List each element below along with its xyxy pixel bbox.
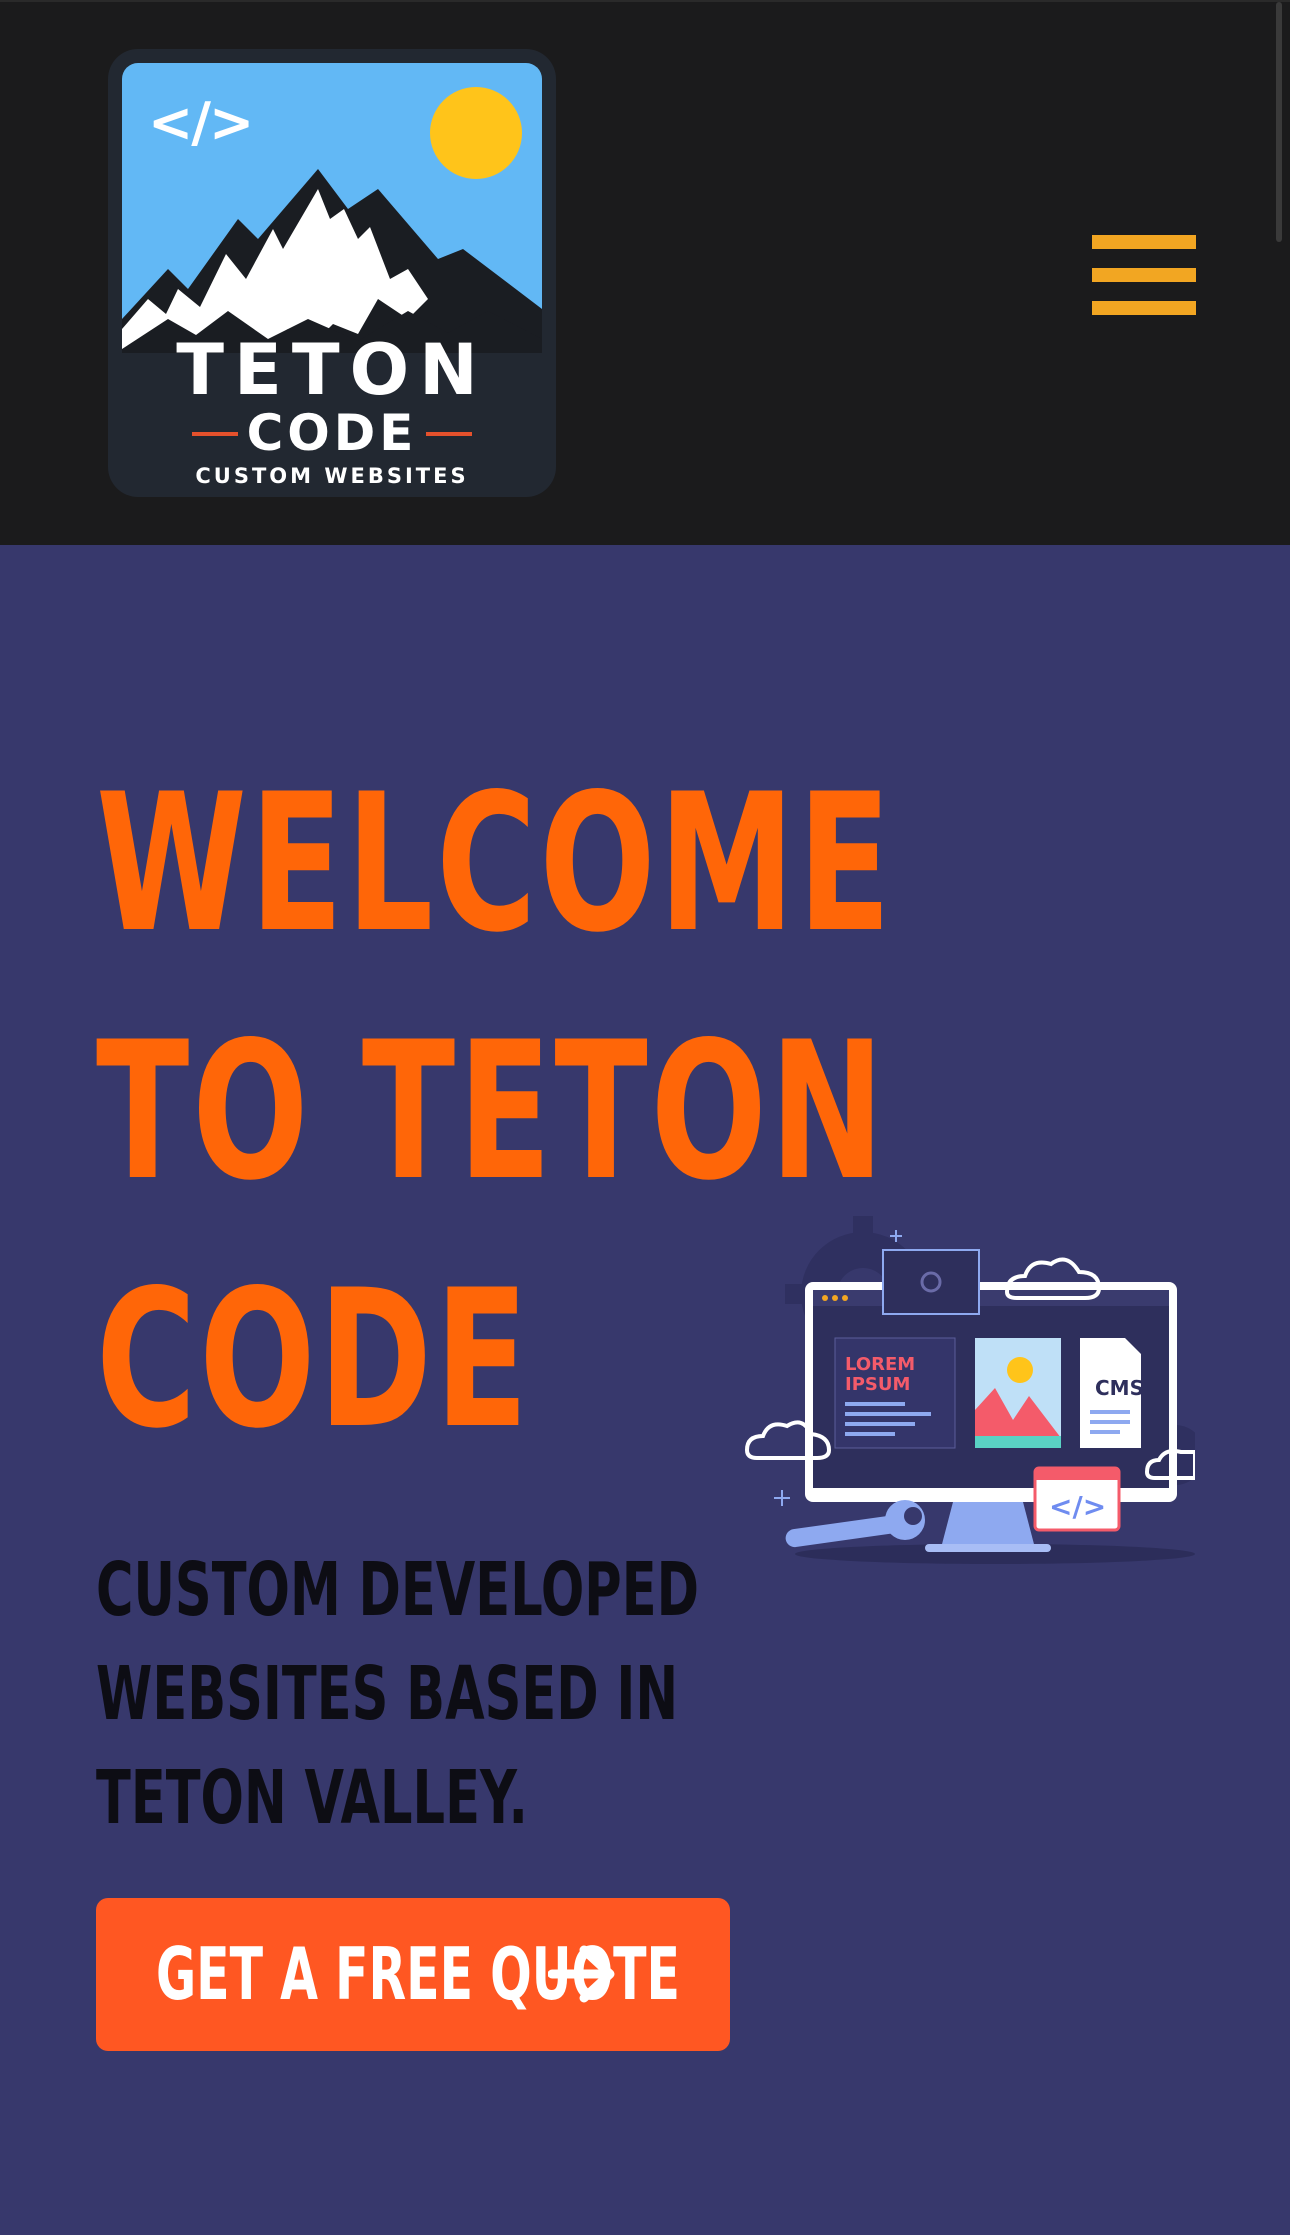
- hero-subtitle: Custom developed websites based in Teton…: [96, 1547, 700, 1841]
- scrollbar[interactable]: [1276, 2, 1282, 242]
- logo-title: TETON: [176, 329, 488, 411]
- menu-bar-top: [1092, 235, 1196, 249]
- menu-bar-bottom: [1092, 301, 1196, 315]
- lorem-label: LOREM: [845, 1354, 915, 1375]
- hero-title-line-2: TO TETON: [96, 1001, 888, 1222]
- menu-bar-middle: [1092, 268, 1196, 282]
- wrench-icon: [785, 1500, 925, 1548]
- logo-tagline: CUSTOM WEBSITES: [195, 464, 469, 488]
- get-free-quote-button[interactable]: GET A FREE QUOTE: [96, 1898, 730, 2051]
- cms-label: CMS: [1095, 1376, 1144, 1400]
- logo-subtitle: CODE: [246, 404, 418, 462]
- hero-title-line-3: CODE: [96, 1249, 532, 1470]
- website-monitor-illustration: LOREM IPSUM CMS </>: [745, 1216, 1195, 1564]
- hamburger-menu-icon[interactable]: [1090, 232, 1198, 318]
- site-header: </> TETON CODE CUSTOM WEBSITES: [0, 0, 1290, 545]
- cta-label: GET A FREE QUOTE: [156, 1932, 680, 2016]
- hero-title: WELCOME TO TETON CODE: [96, 740, 894, 1484]
- svg-text:IPSUM: IPSUM: [845, 1374, 910, 1395]
- site-logo[interactable]: </> TETON CODE CUSTOM WEBSITES: [108, 49, 556, 497]
- code-badge-icon: </>: [1049, 1490, 1106, 1523]
- hero-title-line-1: WELCOME: [96, 753, 894, 974]
- logo-code-icon: </>: [148, 91, 254, 154]
